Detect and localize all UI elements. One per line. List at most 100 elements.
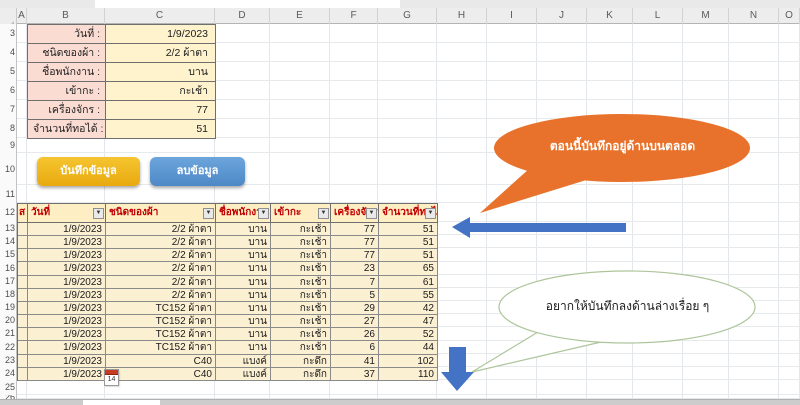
row-header-11[interactable]: 11 (0, 185, 15, 203)
table-cell-r8c1[interactable]: TC152 ผ้าตา (106, 328, 216, 341)
table-cell-r10c4[interactable]: 41 (331, 355, 379, 368)
table-row-9-colA[interactable] (18, 341, 28, 354)
table-cell-r4c3[interactable]: กะเช้า (271, 276, 331, 289)
table-cell-r9c4[interactable]: 6 (331, 341, 379, 354)
table-cell-r1c0[interactable]: 1/9/2023 (28, 236, 106, 249)
form-value-cell-5[interactable]: 51 (106, 120, 216, 139)
table-cell-r5c4[interactable]: 5 (331, 289, 379, 302)
row-header-6[interactable]: 6 (0, 81, 15, 100)
table-cell-r5c0[interactable]: 1/9/2023 (28, 289, 106, 302)
row-header-9[interactable]: 9 (0, 138, 15, 153)
table-cell-r10c0[interactable]: 1/9/2023 (28, 355, 106, 368)
row-header-16[interactable]: 16 (0, 262, 15, 275)
table-cell-r6c5[interactable]: 42 (379, 302, 438, 315)
table-cell-r10c5[interactable]: 102 (379, 355, 438, 368)
form-value-cell-0[interactable]: 1/9/2023 (106, 25, 216, 44)
row-header-21[interactable]: 21 (0, 327, 15, 340)
table-cell-r7c5[interactable]: 47 (379, 315, 438, 328)
row-header-24[interactable]: 24 (0, 367, 15, 380)
table-cell-r11c4[interactable]: 37 (331, 368, 379, 381)
table-row-2-colA[interactable] (18, 249, 28, 262)
table-cell-r7c3[interactable]: กะเช้า (271, 315, 331, 328)
table-cell-r2c3[interactable]: กะเช้า (271, 249, 331, 262)
column-header-K[interactable]: K (587, 8, 633, 24)
table-cell-r6c2[interactable]: บาน (216, 302, 271, 315)
table-cell-r5c3[interactable]: กะเช้า (271, 289, 331, 302)
table-cell-r5c2[interactable]: บาน (216, 289, 271, 302)
table-cell-r10c3[interactable]: กะดึก (271, 355, 331, 368)
table-cell-r0c1[interactable]: 2/2 ผ้าตา (106, 223, 216, 236)
table-cell-r4c4[interactable]: 7 (331, 276, 379, 289)
table-corner-cell[interactable]: ส (18, 204, 28, 223)
table-cell-r1c3[interactable]: กะเช้า (271, 236, 331, 249)
filter-dropdown-icon[interactable]: ▼ (425, 208, 436, 219)
table-cell-r8c4[interactable]: 26 (331, 328, 379, 341)
form-value-cell-4[interactable]: 77 (106, 101, 216, 120)
table-header-2[interactable]: ชื่อพนักงาน▼ (216, 204, 271, 223)
form-value-cell-1[interactable]: 2/2 ผ้าตา (106, 44, 216, 63)
table-cell-r8c0[interactable]: 1/9/2023 (28, 328, 106, 341)
table-cell-r6c4[interactable]: 29 (331, 302, 379, 315)
table-row-7-colA[interactable] (18, 315, 28, 328)
column-header-A[interactable]: A (17, 8, 27, 24)
column-header-I[interactable]: I (487, 8, 537, 24)
table-row-8-colA[interactable] (18, 328, 28, 341)
table-cell-r3c2[interactable]: บาน (216, 262, 271, 275)
table-cell-r9c0[interactable]: 1/9/2023 (28, 341, 106, 354)
filter-dropdown-icon[interactable]: ▼ (93, 208, 104, 219)
table-cell-r1c1[interactable]: 2/2 ผ้าตา (106, 236, 216, 249)
row-header-13[interactable]: 13 (0, 222, 15, 235)
column-header-H[interactable]: H (437, 8, 487, 24)
filter-dropdown-icon[interactable]: ▼ (258, 208, 269, 219)
table-cell-r7c0[interactable]: 1/9/2023 (28, 315, 106, 328)
row-header-5[interactable]: 5 (0, 62, 15, 81)
table-cell-r5c5[interactable]: 55 (379, 289, 438, 302)
column-header-J[interactable]: J (537, 8, 587, 24)
save-button[interactable]: บันทึกข้อมูล (37, 157, 140, 186)
table-cell-r0c5[interactable]: 51 (379, 223, 438, 236)
table-row-1-colA[interactable] (18, 236, 28, 249)
table-cell-r6c0[interactable]: 1/9/2023 (28, 302, 106, 315)
table-cell-r8c5[interactable]: 52 (379, 328, 438, 341)
table-cell-r4c5[interactable]: 61 (379, 276, 438, 289)
row-header-12[interactable]: 12 (0, 203, 15, 222)
row-header-18[interactable]: 18 (0, 288, 15, 301)
row-header-23[interactable]: 23 (0, 354, 15, 367)
column-header-N[interactable]: N (729, 8, 779, 24)
column-header-C[interactable]: C (105, 8, 215, 24)
table-cell-r2c0[interactable]: 1/9/2023 (28, 249, 106, 262)
column-header-E[interactable]: E (270, 8, 330, 24)
column-header-M[interactable]: M (683, 8, 729, 24)
form-value-cell-3[interactable]: กะเช้า (106, 82, 216, 101)
table-row-5-colA[interactable] (18, 289, 28, 302)
table-cell-r9c3[interactable]: กะเช้า (271, 341, 331, 354)
table-cell-r11c1[interactable]: C40 (106, 368, 216, 381)
table-cell-r1c4[interactable]: 77 (331, 236, 379, 249)
row-header-7[interactable]: 7 (0, 100, 15, 119)
row-header-17[interactable]: 17 (0, 275, 15, 288)
table-cell-r9c2[interactable]: บาน (216, 341, 271, 354)
column-header-L[interactable]: L (633, 8, 683, 24)
table-cell-r3c0[interactable]: 1/9/2023 (28, 262, 106, 275)
table-cell-r10c1[interactable]: C40 (106, 355, 216, 368)
table-header-3[interactable]: เข้ากะ▼ (271, 204, 331, 223)
row-header-25[interactable]: 25 (0, 380, 15, 395)
table-cell-r9c1[interactable]: TC152 ผ้าตา (106, 341, 216, 354)
table-header-5[interactable]: จำนวนที่ทอได้▼ (379, 204, 438, 223)
table-cell-r11c3[interactable]: กะดึก (271, 368, 331, 381)
select-all-corner[interactable] (0, 8, 17, 24)
table-row-3-colA[interactable] (18, 262, 28, 275)
table-header-0[interactable]: วันที่▼ (28, 204, 106, 223)
table-cell-r4c2[interactable]: บาน (216, 276, 271, 289)
filter-dropdown-icon[interactable]: ▼ (203, 208, 214, 219)
column-header-D[interactable]: D (215, 8, 270, 24)
table-cell-r8c3[interactable]: กะเช้า (271, 328, 331, 341)
calendar-smart-tag-icon[interactable]: 14 (104, 369, 119, 386)
table-cell-r1c2[interactable]: บาน (216, 236, 271, 249)
table-cell-r0c0[interactable]: 1/9/2023 (28, 223, 106, 236)
row-header-4[interactable]: 4 (0, 43, 15, 62)
table-cell-r2c2[interactable]: บาน (216, 249, 271, 262)
table-cell-r0c4[interactable]: 77 (331, 223, 379, 236)
column-header-O[interactable]: O (779, 8, 800, 24)
table-cell-r11c0[interactable]: 1/9/2023 (28, 368, 106, 381)
